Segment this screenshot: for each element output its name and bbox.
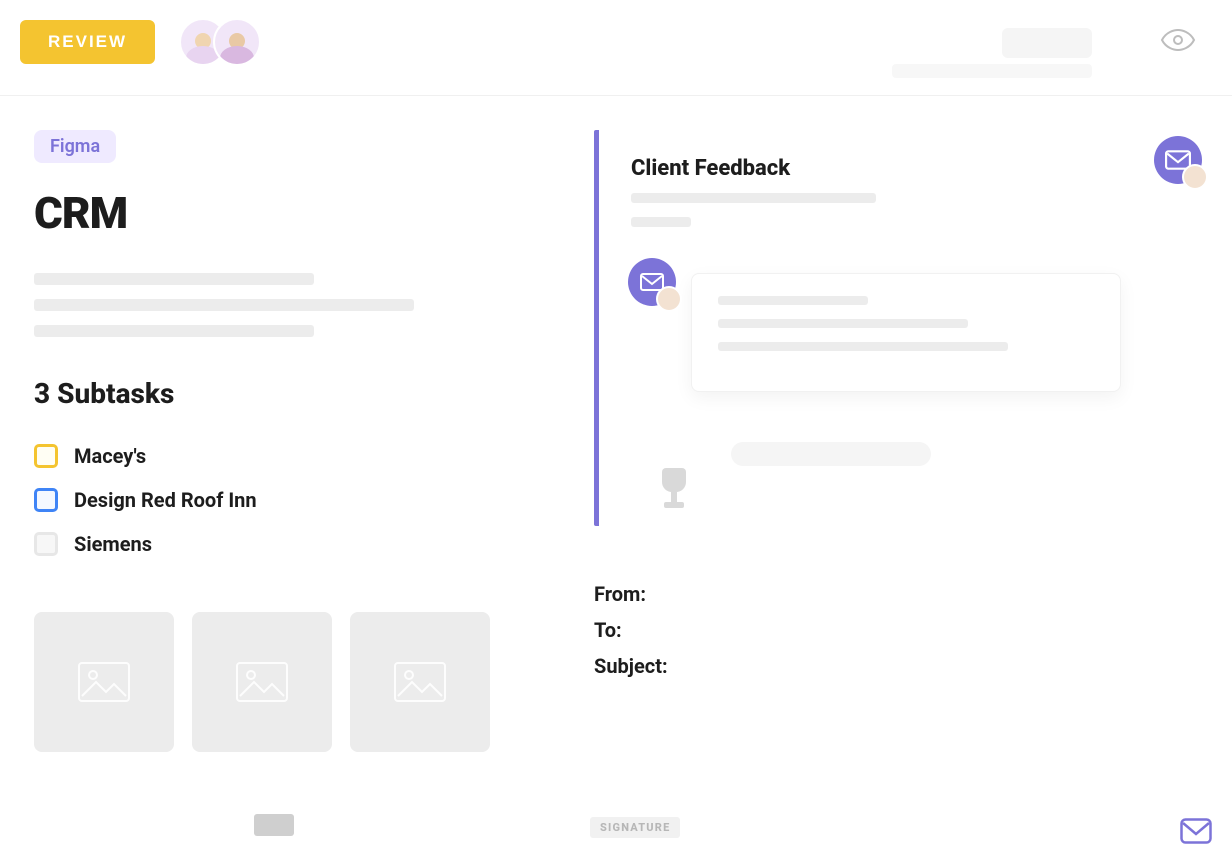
placeholder-line [34,325,314,337]
task-title[interactable]: CRM [34,187,554,239]
subtask-row[interactable]: Macey's [34,434,554,478]
avatar [1182,164,1208,190]
placeholder-block [1002,28,1092,58]
description-placeholder [34,273,554,337]
top-bar: REVIEW [0,0,1232,96]
placeholder-line [631,217,691,227]
subtask-label: Design Red Roof Inn [74,488,257,512]
eye-icon [1160,28,1196,52]
attachment-thumb[interactable] [192,612,332,752]
avatar[interactable] [213,18,261,66]
main-content: Figma CRM 3 Subtasks Macey's Design Red … [0,96,1232,802]
mail-badge[interactable] [1154,136,1202,184]
task-detail-column: Figma CRM 3 Subtasks Macey's Design Red … [34,130,554,802]
subtask-row[interactable]: Design Red Roof Inn [34,478,554,522]
attachment-thumb[interactable] [34,612,174,752]
project-tag[interactable]: Figma [34,130,116,163]
activity-column: Client Feedback [594,130,1192,802]
envelope-icon [1180,818,1212,844]
assignee-avatars[interactable] [179,18,261,66]
watch-toggle[interactable] [1160,28,1196,52]
checkbox-icon[interactable] [34,532,58,556]
reply-card[interactable] [691,273,1121,392]
placeholder-line [34,299,414,311]
compose-mail-button[interactable] [1180,818,1212,844]
attachment-thumbnails [34,612,554,752]
placeholder-line [631,193,876,203]
review-button[interactable]: REVIEW [20,20,155,64]
email-compose: From: To: Subject: [594,576,1192,684]
client-feedback-card[interactable]: Client Feedback [594,130,1192,526]
placeholder-line [718,296,868,305]
placeholder-line [718,319,968,328]
feedback-title: Client Feedback [631,156,1162,181]
image-icon [394,662,446,702]
footer-bar: SIGNATURE [0,802,1232,858]
subtask-list: Macey's Design Red Roof Inn Siemens [34,434,554,566]
reply-sender-badge [628,258,676,306]
compose-to-label[interactable]: To: [594,612,1192,648]
trophy-icon [659,468,689,510]
placeholder-line [718,342,1008,351]
subtask-label: Siemens [74,532,152,556]
avatar [656,286,682,312]
image-icon [78,662,130,702]
image-icon [236,662,288,702]
subtask-row[interactable]: Siemens [34,522,554,566]
compose-from-label[interactable]: From: [594,576,1192,612]
compose-subject-label[interactable]: Subject: [594,648,1192,684]
placeholder-block [254,814,294,836]
attachment-thumb[interactable] [350,612,490,752]
placeholder-line [34,273,314,285]
checkbox-icon[interactable] [34,444,58,468]
placeholder-line [892,64,1092,78]
comment-input-placeholder[interactable] [731,442,931,466]
subtask-label: Macey's [74,444,146,468]
checkbox-icon[interactable] [34,488,58,512]
signature-button[interactable]: SIGNATURE [590,817,680,838]
subtasks-heading: 3 Subtasks [34,377,554,410]
